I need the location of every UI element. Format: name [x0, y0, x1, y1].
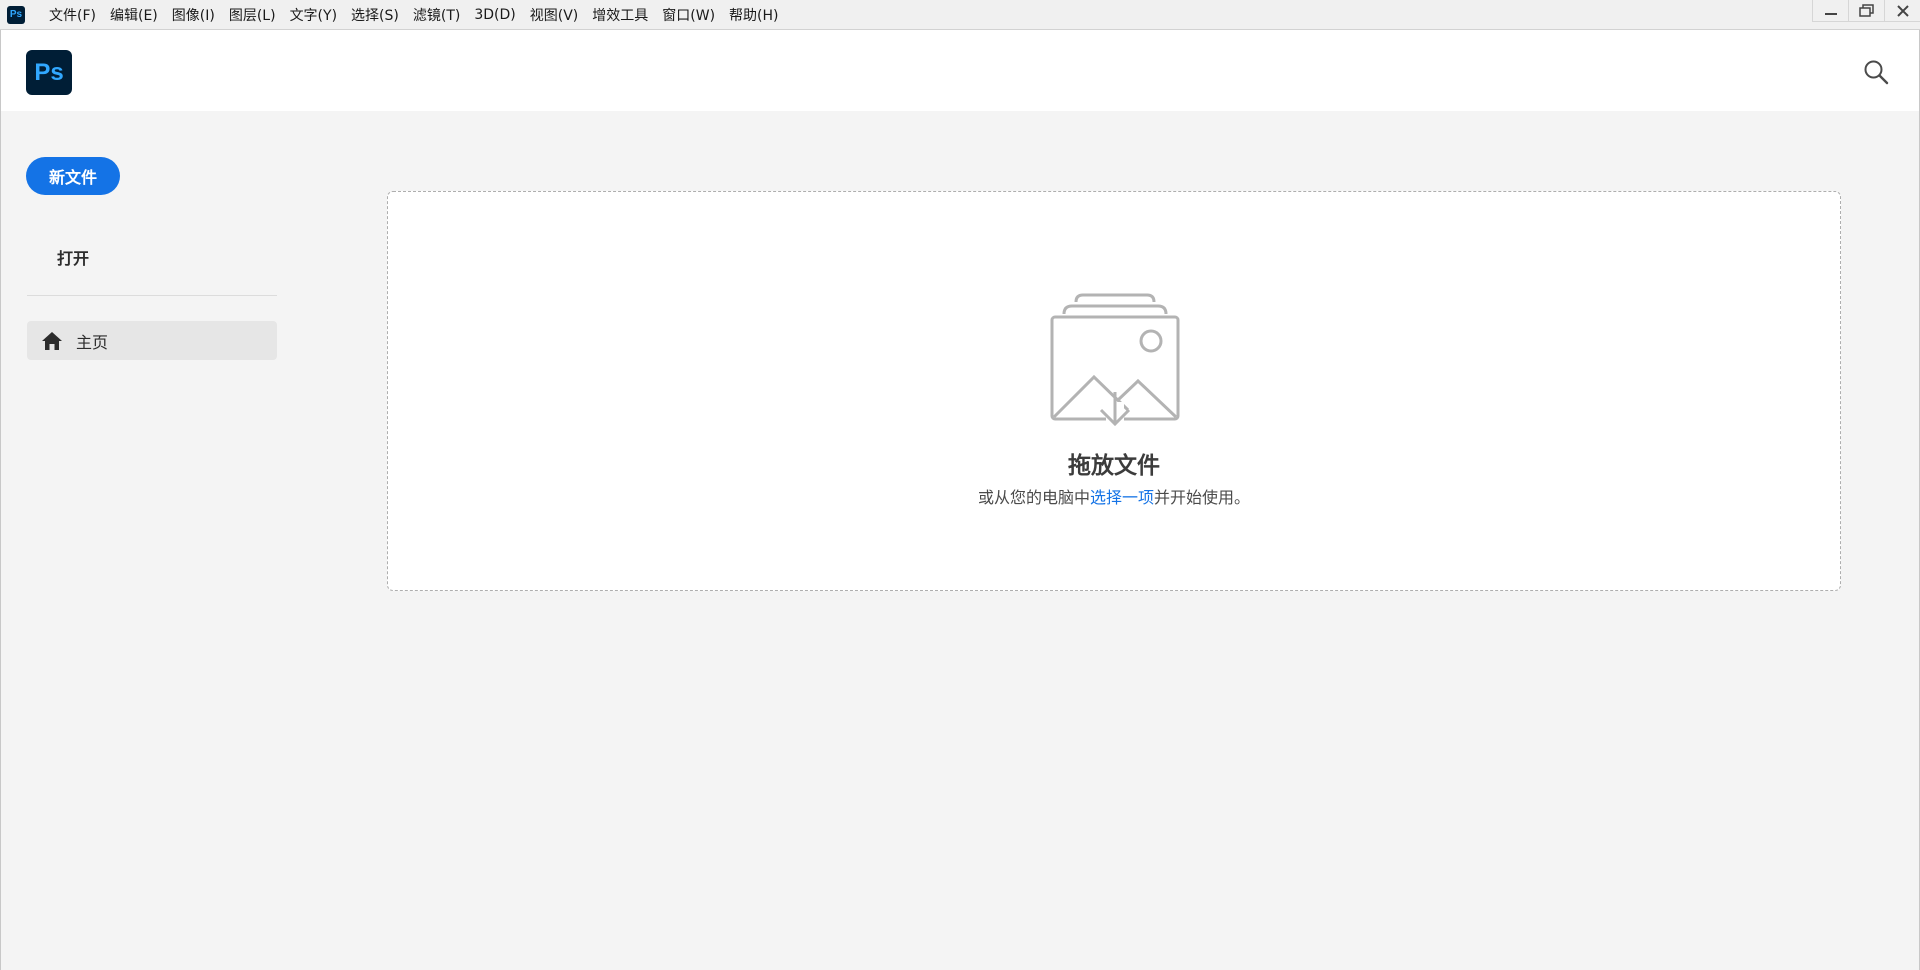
menu-plugins[interactable]: 增效工具 [585, 0, 655, 29]
sidebar-divider [27, 295, 277, 296]
menu-select[interactable]: 选择(S) [344, 0, 406, 29]
menu-filter[interactable]: 滤镜(T) [406, 0, 467, 29]
search-button[interactable] [1860, 56, 1892, 88]
menu-bar: Ps 文件(F) 编辑(E) 图像(I) 图层(L) 文字(Y) 选择(S) 滤… [0, 0, 1920, 30]
restore-button[interactable] [1848, 0, 1884, 22]
new-file-button[interactable]: 新文件 [26, 157, 120, 195]
menu-items: 文件(F) 编辑(E) 图像(I) 图层(L) 文字(Y) 选择(S) 滤镜(T… [42, 0, 786, 29]
menu-help[interactable]: 帮助(H) [722, 0, 785, 29]
photoshop-app-icon[interactable]: Ps [7, 5, 25, 24]
search-icon [1864, 60, 1889, 85]
menu-image[interactable]: 图像(I) [165, 0, 222, 29]
open-button[interactable]: 打开 [26, 240, 120, 274]
drop-zone-subtitle-prefix: 或从您的电脑中 [977, 488, 1090, 507]
select-file-link[interactable]: 选择一项 [1090, 488, 1154, 507]
drop-zone[interactable]: 拖放文件 或从您的电脑中选择一项并开始使用。 [387, 191, 1841, 591]
sidebar-item-home[interactable]: 主页 [27, 321, 277, 360]
image-stack-download-icon [1050, 293, 1180, 426]
menu-type[interactable]: 文字(Y) [283, 0, 344, 29]
home-window: Ps 新文件 打开 主页 拖放文件 或从您的电脑中选择一项并开始使用。 [0, 30, 1920, 970]
drop-zone-subtitle-suffix: 并开始使用。 [1154, 488, 1251, 507]
header: Ps [1, 30, 1919, 111]
menu-edit[interactable]: 编辑(E) [103, 0, 165, 29]
restore-icon [1858, 3, 1874, 17]
menu-view[interactable]: 视图(V) [523, 0, 586, 29]
menu-window[interactable]: 窗口(W) [655, 0, 722, 29]
drop-zone-title: 拖放文件 [1068, 453, 1160, 479]
close-icon [1896, 4, 1909, 17]
menu-3d[interactable]: 3D(D) [467, 0, 522, 29]
menu-file[interactable]: 文件(F) [42, 0, 103, 29]
menu-layer[interactable]: 图层(L) [222, 0, 283, 29]
window-controls [1812, 0, 1920, 24]
photoshop-logo: Ps [26, 50, 72, 95]
close-button[interactable] [1884, 0, 1920, 22]
drop-zone-subtitle: 或从您的电脑中选择一项并开始使用。 [388, 484, 1840, 508]
minimize-icon [1824, 12, 1837, 15]
sidebar-item-label: 主页 [76, 332, 109, 352]
home-icon [41, 331, 63, 351]
minimize-button[interactable] [1812, 0, 1848, 22]
